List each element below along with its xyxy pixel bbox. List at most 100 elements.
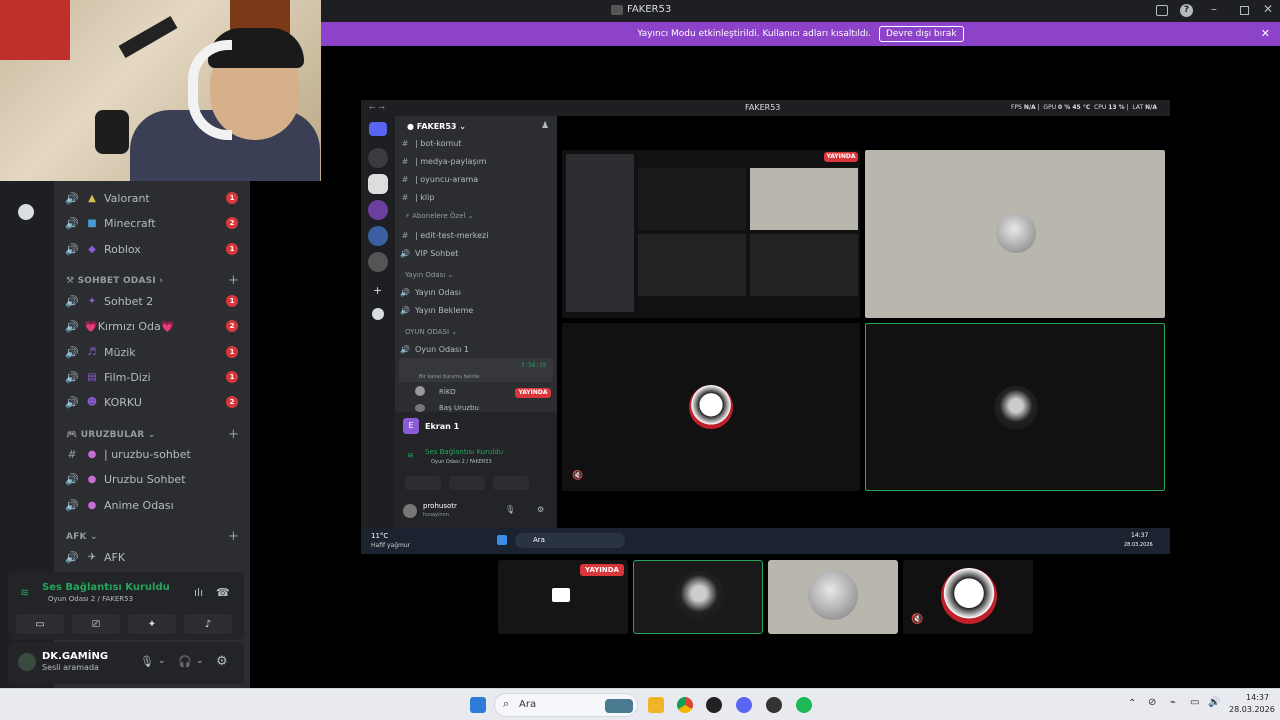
- taskbar-time[interactable]: 14:37: [1246, 693, 1269, 702]
- channel-item[interactable]: 🔊 💗Kırmızı Oda💗 2: [58, 314, 244, 338]
- add-channel-icon[interactable]: +: [228, 529, 239, 544]
- add-server-icon[interactable]: +: [373, 284, 382, 297]
- file-explorer-icon[interactable]: [648, 697, 664, 713]
- channel-afk[interactable]: 🔊 ✈ AFK: [58, 545, 244, 569]
- chevron-down-icon[interactable]: ⌄: [158, 656, 166, 666]
- thumbnail[interactable]: 🔇: [903, 560, 1033, 634]
- member-name[interactable]: Baş Uruzbu: [439, 404, 479, 412]
- headphones-icon[interactable]: 🎧: [178, 655, 192, 668]
- add-channel-icon[interactable]: +: [228, 273, 239, 288]
- server-icon[interactable]: [368, 226, 388, 246]
- screen-share-icon: [552, 588, 570, 602]
- tray-icon[interactable]: ⊘: [1148, 697, 1156, 708]
- chevron-down-icon[interactable]: ⌄: [196, 656, 204, 666]
- disconnect-icon[interactable]: ☎: [216, 586, 230, 599]
- chevron-up-icon[interactable]: ⌃: [1128, 698, 1136, 709]
- channel-item[interactable]: 🔊 ■ Minecraft 2: [58, 211, 244, 235]
- inner-channel-item[interactable]: # | edit-test-merkezi: [399, 226, 489, 244]
- chrome-icon[interactable]: [677, 697, 693, 713]
- camera-button[interactable]: [405, 476, 441, 490]
- stream-tile[interactable]: [865, 323, 1165, 491]
- user-avatar[interactable]: [16, 651, 38, 673]
- stream-tile[interactable]: 🔇: [562, 323, 860, 491]
- invite-icon[interactable]: ♟: [541, 121, 549, 131]
- screen-share-button[interactable]: [449, 476, 485, 490]
- inner-channel-item[interactable]: # | klip: [399, 188, 435, 206]
- search-box[interactable]: ⌕ Ara: [494, 693, 638, 717]
- server-icon[interactable]: [368, 148, 388, 168]
- channel-item[interactable]: 🔊 ✦ Sohbet 2 1: [58, 289, 244, 313]
- user-name[interactable]: DK.GAMİNG: [42, 651, 108, 662]
- shared-screen[interactable]: ← → FAKER53 FPS N/A | GPU 0 % 45 °C CPU …: [361, 100, 1170, 554]
- inner-channel-item[interactable]: # | oyuncu-arama: [399, 170, 479, 188]
- server-icon[interactable]: [368, 252, 388, 272]
- maximize-icon[interactable]: [1240, 6, 1249, 15]
- channel-item[interactable]: 🔊 ♬ Müzik 1: [58, 340, 244, 364]
- inner-search[interactable]: Ara: [515, 533, 625, 548]
- member-name[interactable]: RİKO: [439, 388, 456, 396]
- uruzbular-category[interactable]: 🎮 URUZBULAR ⌄: [66, 430, 156, 440]
- inner-stream-grid: YAYINDA 🔇: [557, 116, 1170, 528]
- soundboard-button[interactable]: ♪: [184, 614, 232, 634]
- minimize-icon[interactable]: –: [1211, 2, 1217, 16]
- thumbnail[interactable]: YAYINDA: [498, 560, 628, 634]
- explore-icon[interactable]: [18, 204, 34, 220]
- discord-home-icon[interactable]: [369, 122, 387, 136]
- inbox-icon[interactable]: [1156, 5, 1168, 16]
- spotify-icon[interactable]: [796, 697, 812, 713]
- noise-icon[interactable]: ılı: [194, 586, 203, 599]
- screen-share-button[interactable]: ⎚: [72, 614, 120, 634]
- inner-mic-icon[interactable]: 🎙: [505, 505, 515, 514]
- add-channel-icon[interactable]: +: [228, 427, 239, 442]
- afk-category[interactable]: AFK ⌄: [66, 532, 98, 542]
- settings-icon[interactable]: ⚙: [216, 654, 228, 669]
- help-icon[interactable]: ?: [1180, 4, 1193, 17]
- inner-channel-item[interactable]: 🔊 Oyun Odası 1: [399, 340, 469, 358]
- windows-start-icon[interactable]: [497, 535, 507, 545]
- channel-item[interactable]: 🔊 ▲ Valorant 1: [58, 186, 244, 210]
- server-icon[interactable]: [368, 174, 388, 194]
- voice-status[interactable]: Ses Bağlantısı Kuruldu: [42, 582, 170, 593]
- activities-button[interactable]: ✦: [128, 614, 176, 634]
- server-icon[interactable]: [368, 200, 388, 220]
- banner-close-icon[interactable]: ✕: [1261, 27, 1270, 40]
- nested-stream-tile[interactable]: YAYINDA: [562, 150, 860, 318]
- inner-channel-item[interactable]: 🔊 VIP Sohbet: [399, 244, 458, 262]
- taskbar-date[interactable]: 28.03.2026: [1229, 705, 1275, 714]
- windows-start-icon[interactable]: [470, 697, 486, 713]
- activities-button[interactable]: [493, 476, 529, 490]
- voice-location[interactable]: Oyun Odası 2 / FAKER53: [48, 595, 133, 603]
- sohbet-category[interactable]: ⚒ SOHBET ODASI ›: [66, 276, 163, 286]
- inner-server-name[interactable]: ● FAKER53 ⌄: [407, 122, 466, 131]
- inner-channel-item[interactable]: # | medya-paylaşım: [399, 152, 487, 170]
- close-icon[interactable]: ✕: [1263, 2, 1273, 16]
- app-icon[interactable]: [766, 697, 782, 713]
- network-icon[interactable]: ▭: [1190, 697, 1199, 708]
- channel-item[interactable]: 🔊 ▤ Film-Dizi 1: [58, 365, 244, 389]
- tray-icon[interactable]: ⌁: [1170, 697, 1176, 708]
- inner-channel-item[interactable]: # | bot-komut: [399, 134, 462, 152]
- stream-tile[interactable]: [865, 150, 1165, 318]
- thumbnail[interactable]: [633, 560, 763, 634]
- mic-icon[interactable]: 🎙: [140, 655, 154, 668]
- oyun-category[interactable]: OYUN ODASI ⌄: [405, 328, 457, 336]
- channel-item[interactable]: 🔊 ☻ KORKU 2: [58, 390, 244, 414]
- channel-item[interactable]: 🔊 ● Uruzbu Sohbet: [58, 467, 244, 491]
- inner-channel-label: | bot-komut: [415, 138, 462, 148]
- disable-button[interactable]: Devre dışı bırak: [878, 26, 964, 42]
- inner-settings-icon[interactable]: ⚙: [537, 505, 544, 514]
- inner-channel-item[interactable]: 🔊 Yayın Bekleme: [399, 301, 473, 319]
- thumbnail[interactable]: [768, 560, 898, 634]
- inner-channel-item[interactable]: 🔊 Yayın Odası: [399, 283, 461, 301]
- media-player-icon[interactable]: [706, 697, 722, 713]
- abonelere-category[interactable]: ⚡ Abonelere Özel ⌄: [405, 212, 473, 220]
- explore-icon[interactable]: [372, 308, 384, 320]
- channel-item[interactable]: # ● | uruzbu-sohbet: [58, 442, 244, 466]
- channel-item[interactable]: 🔊 ● Anime Odası: [58, 493, 244, 517]
- channel-item[interactable]: 🔊 ◆ Roblox 1: [58, 237, 244, 261]
- yayin-category[interactable]: Yayın Odası ⌄: [405, 271, 453, 279]
- user-avatar[interactable]: [403, 504, 417, 518]
- discord-icon[interactable]: [736, 697, 752, 713]
- volume-icon[interactable]: 🔊: [1208, 697, 1220, 708]
- camera-button[interactable]: ▭: [16, 614, 64, 634]
